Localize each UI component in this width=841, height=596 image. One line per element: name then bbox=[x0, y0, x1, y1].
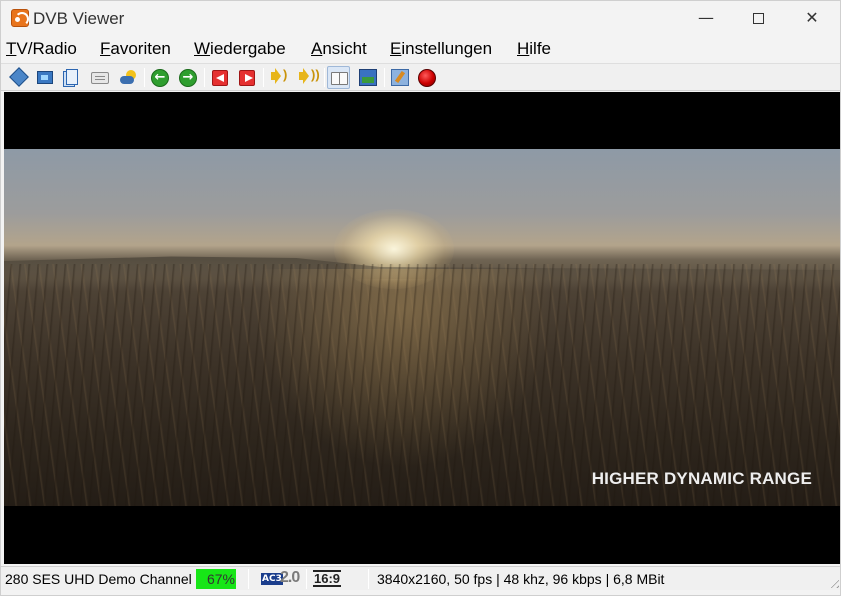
epg-button[interactable] bbox=[327, 66, 350, 89]
previous-channel-icon: ← bbox=[151, 69, 169, 87]
pages-icon bbox=[66, 69, 78, 85]
picture-button[interactable] bbox=[356, 66, 379, 89]
previous-channel-button[interactable]: ← bbox=[148, 66, 171, 89]
status-separator bbox=[306, 569, 307, 589]
aspect-ratio-badge: 16:9 bbox=[313, 570, 342, 587]
menu-wiedergabe[interactable]: Wiedergabe bbox=[194, 39, 286, 59]
volume-down-button[interactable] bbox=[267, 66, 290, 89]
minimize-button[interactable]: — bbox=[681, 1, 731, 35]
volume-up-button[interactable] bbox=[295, 66, 320, 89]
toolbar-separator bbox=[144, 68, 145, 87]
audio-channels: 2.0 bbox=[280, 569, 300, 586]
close-button[interactable]: ✕ bbox=[787, 1, 837, 35]
fullscreen-icon bbox=[37, 71, 53, 84]
stream-info: 3840x2160, 50 fps | 48 khz, 96 kbps | 6,… bbox=[377, 571, 665, 587]
video-caption: HIGHER DYNAMIC RANGE bbox=[591, 469, 812, 488]
dvb-viewer-app-icon bbox=[11, 9, 29, 27]
title-bar[interactable]: DVB Viewer — ✕ bbox=[1, 1, 840, 35]
status-bar: 280 SES UHD Demo Channel ( 67% AC3 2.0 1… bbox=[1, 566, 840, 590]
fullscreen-button[interactable] bbox=[33, 66, 56, 89]
settings-button[interactable] bbox=[388, 66, 411, 89]
toolbar: ← → bbox=[1, 63, 840, 91]
picture-icon bbox=[359, 69, 377, 86]
teletext-icon bbox=[91, 72, 109, 84]
menu-tv-radio[interactable]: TV/Radio bbox=[6, 39, 77, 59]
step-back-icon bbox=[212, 70, 228, 86]
weather-epg-icon bbox=[119, 69, 137, 87]
status-separator bbox=[248, 569, 249, 589]
menu-einstellungen[interactable]: Einstellungen bbox=[390, 39, 492, 59]
record-button[interactable] bbox=[415, 66, 438, 89]
volume-up-icon bbox=[299, 67, 320, 84]
status-separator bbox=[368, 569, 369, 589]
toolbar-separator bbox=[263, 68, 264, 87]
volume-down-icon bbox=[271, 67, 287, 84]
teletext-button[interactable] bbox=[88, 66, 111, 89]
signal-strength: 67% bbox=[196, 569, 236, 589]
pages-button[interactable] bbox=[60, 66, 83, 89]
channel-list-button[interactable] bbox=[7, 66, 30, 89]
channel-list-icon bbox=[9, 67, 29, 87]
maximize-button[interactable] bbox=[733, 1, 783, 35]
step-forward-icon bbox=[239, 70, 255, 86]
resize-grip-icon[interactable] bbox=[827, 576, 839, 588]
menu-bar: TV/Radio Favoriten Wiedergabe Ansicht Ei… bbox=[1, 37, 840, 61]
record-icon bbox=[418, 69, 436, 87]
app-window: DVB Viewer — ✕ TV/Radio Favoriten Wieder… bbox=[0, 0, 841, 596]
menu-ansicht[interactable]: Ansicht bbox=[311, 39, 367, 59]
video-display[interactable]: HIGHER DYNAMIC RANGE bbox=[4, 92, 840, 564]
weather-epg-button[interactable] bbox=[116, 66, 139, 89]
video-frame: HIGHER DYNAMIC RANGE bbox=[4, 149, 840, 506]
settings-icon bbox=[391, 69, 409, 86]
step-back-button[interactable] bbox=[208, 66, 231, 89]
maximize-icon bbox=[752, 13, 764, 24]
menu-hilfe[interactable]: Hilfe bbox=[517, 39, 551, 59]
window-title: DVB Viewer bbox=[33, 9, 125, 28]
toolbar-separator bbox=[384, 68, 385, 87]
channel-name: 280 SES UHD Demo Channel ( bbox=[5, 571, 193, 587]
menu-favoriten[interactable]: Favoriten bbox=[100, 39, 171, 59]
toolbar-separator bbox=[324, 68, 325, 87]
step-forward-button[interactable] bbox=[235, 66, 258, 89]
epg-book-icon bbox=[331, 72, 348, 85]
toolbar-separator bbox=[204, 68, 205, 87]
next-channel-button[interactable]: → bbox=[176, 66, 199, 89]
next-channel-icon: → bbox=[179, 69, 197, 87]
